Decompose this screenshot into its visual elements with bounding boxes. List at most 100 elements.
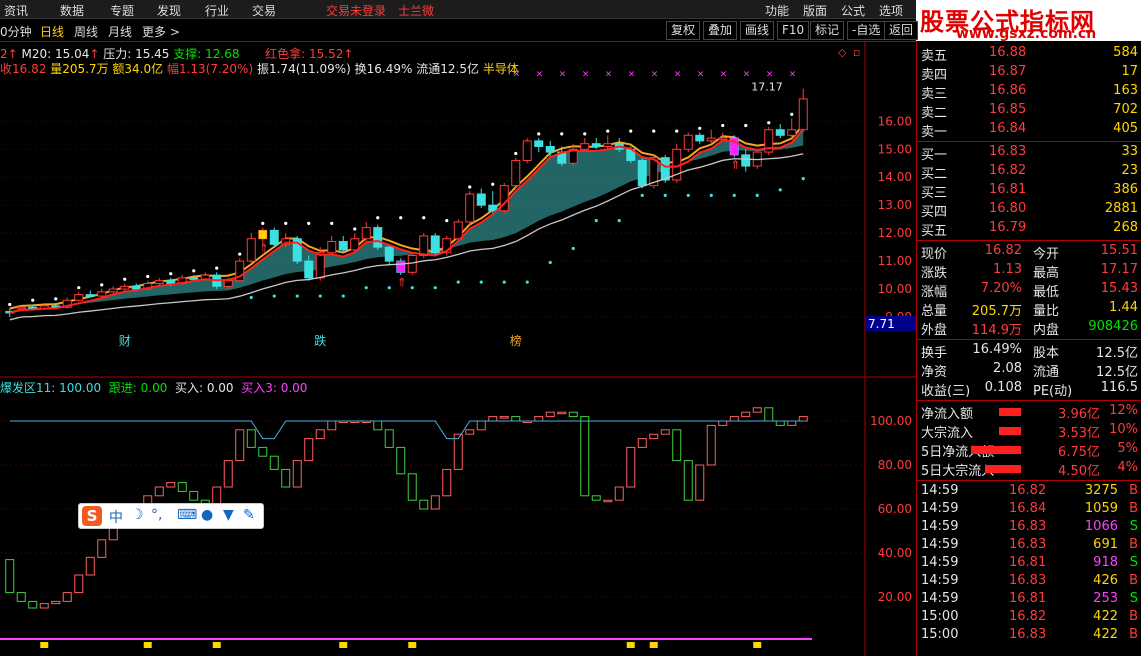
tab-monthly[interactable]: 月线 [108,23,132,40]
divider [917,480,1141,481]
menu-layout[interactable]: 版面 [803,2,827,19]
candle-body [580,143,590,150]
resistance-dot [514,151,518,156]
menu-news[interactable]: 资讯 [4,2,28,19]
menu-trade[interactable]: 交易 [252,2,276,19]
tab-minute[interactable]: 0分钟 [0,23,32,40]
user-icon[interactable]: ● [201,507,213,523]
osc-bar [292,460,302,488]
ask-row[interactable]: 卖四 16.87 17 [921,64,1140,83]
back-button[interactable]: 返回 [884,21,919,40]
flow-bar [971,446,1021,454]
support-dot [502,280,506,284]
candle-body [683,134,693,150]
bid-row[interactable]: 买一 16.83 33 [921,144,1140,163]
ime-mode[interactable]: 中 [109,507,123,527]
candle-body [338,241,348,251]
candle-body [488,204,498,212]
ask-row[interactable]: 卖五 16.88 584 [921,45,1140,64]
shirt-icon[interactable]: ▼ [223,507,234,523]
trade-login-status[interactable]: 交易未登录 [326,2,386,19]
punctuation-icon[interactable]: °, [151,507,162,523]
flow-bar [985,465,1021,473]
tick-row: 14:59 16.83 691 B [921,537,1138,552]
quote-row: 现价 16.82 今开 15.51 [921,243,1138,262]
moon-icon[interactable]: ☽ [131,507,144,523]
bid-row[interactable]: 买二 16.82 23 [921,163,1140,182]
price-tick-label: 12.00 [878,226,912,240]
resistance-dot [491,182,495,186]
resistance-dot [606,129,610,133]
candle-body [695,134,705,142]
overlay-button[interactable]: 叠加 [703,21,738,40]
menu-function[interactable]: 功能 [765,2,789,19]
menu-discover[interactable]: 发现 [157,2,181,19]
resistance-dot [261,221,265,225]
osc-bar [764,407,774,422]
candle-body [419,235,429,257]
mark-button[interactable]: 标记 [810,21,845,40]
keyboard-icon[interactable]: ⌨ [177,507,197,523]
ask-row[interactable]: 卖二 16.85 702 [921,102,1140,121]
candle-body [660,157,670,181]
bid-row[interactable]: 买四 16.80 2881 [921,201,1140,220]
quote-panel: 卖五 16.88 584 卖四 16.87 17 卖三 16.86 163 卖二… [916,41,1141,656]
osc-signal-marker [408,642,417,648]
menu-industry[interactable]: 行业 [205,2,229,19]
osc-bar [672,429,682,462]
menu-topics[interactable]: 专题 [110,2,134,19]
bid-row[interactable]: 买三 16.81 386 [921,182,1140,201]
support-dot [778,188,782,192]
candle-body [787,129,797,136]
wrench-icon[interactable]: ✎ [243,507,255,523]
osc-tick-label: 20.00 [878,590,912,604]
fund-flow-row: 5日大宗流入 4.50亿 4% [921,460,1138,479]
add-watchlist-button[interactable]: -自选 [847,21,886,40]
osc-bar [74,574,84,594]
event-tag: 财 [119,334,131,348]
tab-daily[interactable]: 日线 [40,23,64,40]
tab-weekly[interactable]: 周线 [74,23,98,40]
tick-row: 14:59 16.81 253 S [921,591,1138,606]
osc-bar [453,433,463,470]
support-dot [801,177,805,181]
flow-bar [999,427,1021,435]
candle-body [16,306,26,310]
fundamental-row: 收益(三) 0.108 PE(动) 116.5 [921,380,1138,399]
f10-button[interactable]: F10 [777,21,810,40]
tab-more[interactable]: 更多 > [142,23,180,40]
draw-line-button[interactable]: 画线 [740,21,775,40]
restore-rights-button[interactable]: 复权 [666,21,701,40]
resistance-dot [675,129,679,133]
candle-body [476,193,486,206]
ime-toolbar[interactable]: S 中 ☽ °, ⌨ ● ▼ ✎ [78,503,264,529]
resistance-dot [629,129,633,133]
support-dot [341,294,345,298]
top-marker-icon: × [513,70,521,80]
ask-row[interactable]: 卖三 16.86 163 [921,83,1140,102]
menu-data[interactable]: 数据 [60,2,84,19]
osc-bar [373,420,383,431]
osc-bar [626,446,636,488]
bid-row[interactable]: 买五 16.79 268 [921,220,1140,239]
menu-options[interactable]: 选项 [879,2,903,19]
ask-row[interactable]: 卖一 16.84 405 [921,121,1140,140]
osc-tick-label: 100.00 [870,414,912,428]
kline-chart[interactable]: × × × × × × × × × × × × × ⇑ ⇑ ⇑ 17.17 16.00 15.00 14.00 1… [0,41,916,656]
buy-arrow-icon: ⇑ [259,242,269,256]
osc-bar [580,416,590,497]
menu-formula[interactable]: 公式 [841,2,865,19]
osc-bar [407,473,417,501]
top-marker-icon: × [674,70,682,80]
osc-bar [545,411,555,418]
quote-row: 总量 205.7万 量比 1.44 [921,300,1138,319]
sogou-icon[interactable]: S [82,506,102,526]
peak-price-label: 17.17 [751,81,783,94]
osc-tick-label: 40.00 [878,546,912,560]
support-dot [663,193,667,198]
osc-bar [649,433,659,440]
support-dot [318,294,322,298]
candle-body [741,154,751,167]
divider [917,400,1141,401]
candle-body [545,145,555,153]
